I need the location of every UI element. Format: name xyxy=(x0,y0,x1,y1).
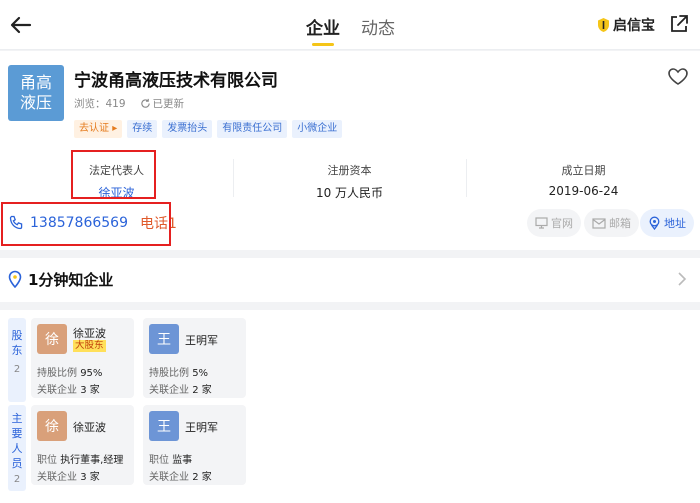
website-button[interactable]: 官网 xyxy=(527,209,581,237)
avatar: 王 xyxy=(149,324,179,354)
related-label: 关联企业 xyxy=(37,472,77,483)
company-name: 宁波甬高液压技术有限公司 xyxy=(74,71,278,91)
share-ratio: 持股比例 95% xyxy=(37,364,102,379)
position: 职位 执行董事,经理 xyxy=(37,451,123,466)
capital-label: 注册资本 xyxy=(327,164,372,177)
location-pin-icon xyxy=(8,270,22,288)
share-ratio-value: 95% xyxy=(80,368,103,379)
tab-news[interactable]: 动态 xyxy=(361,14,395,39)
invoice-tag[interactable]: 发票抬头 xyxy=(162,120,213,138)
related-companies: 关联企业 3 家 xyxy=(37,468,100,483)
company-tags: 去认证 ▸ 存续 发票抬头 有限责任公司 小微企业 xyxy=(74,120,343,138)
share-ratio-value: 5% xyxy=(192,368,209,379)
position-label: 职位 xyxy=(37,455,57,466)
share-ratio: 持股比例 5% xyxy=(149,364,208,379)
certify-tag-label: 去认证 xyxy=(79,123,109,134)
shareholder-card[interactable]: 徐 徐亚波 大股东 持股比例 95% 关联企业 3 家 xyxy=(31,318,134,398)
person-name: 徐亚波 xyxy=(73,421,106,434)
address-label: 地址 xyxy=(664,217,686,230)
share-ratio-label: 持股比例 xyxy=(37,368,77,379)
share-icon[interactable] xyxy=(668,13,690,35)
company-logo: 甬高 液压 xyxy=(8,65,64,121)
annotation-box-legal-rep xyxy=(71,150,156,199)
staff-label-char: 主 xyxy=(11,412,23,425)
shareholders-label-char: 股 xyxy=(11,329,23,342)
brand-logo[interactable]: 启信宝 xyxy=(597,15,655,35)
staff-label[interactable]: 主 要 人 员 2 xyxy=(8,405,26,491)
size-tag: 小微企业 xyxy=(292,120,343,138)
position-value: 监事 xyxy=(172,455,193,466)
updated-status: 已更新 xyxy=(152,98,185,110)
monitor-icon xyxy=(535,217,548,229)
certify-tag[interactable]: 去认证 ▸ xyxy=(74,120,123,138)
email-label: 邮箱 xyxy=(609,217,631,230)
company-meta: 浏览： 419 已更新 xyxy=(74,96,184,111)
related-value: 2 家 xyxy=(192,472,212,483)
annotation-box-phone xyxy=(1,202,171,246)
shareholders-count: 2 xyxy=(13,364,21,375)
major-shareholder-badge: 大股东 xyxy=(73,340,106,352)
triangle-right-icon: ▸ xyxy=(112,123,118,134)
related-value: 2 家 xyxy=(192,385,212,396)
related-label: 关联企业 xyxy=(37,385,77,396)
avatar: 徐 xyxy=(37,324,67,354)
position: 职位 监事 xyxy=(149,451,192,466)
active-tab-indicator xyxy=(312,43,334,46)
tab-company[interactable]: 企业 xyxy=(306,14,340,39)
views-count: 419 xyxy=(105,97,126,110)
capital-block: 注册资本 10 万人民币 xyxy=(233,151,466,205)
founded-value: 2019-06-24 xyxy=(548,184,619,198)
website-label: 官网 xyxy=(551,217,573,230)
avatar: 王 xyxy=(149,411,179,441)
brand-name: 启信宝 xyxy=(613,18,655,34)
related-value: 3 家 xyxy=(80,385,100,396)
type-tag: 有限责任公司 xyxy=(217,120,288,138)
top-nav-bar: 企业 动态 启信宝 xyxy=(0,0,700,50)
staff-count: 2 xyxy=(13,474,21,485)
shareholders-label-char: 东 xyxy=(11,344,23,357)
shareholder-card[interactable]: 王 王明军 持股比例 5% 关联企业 2 家 xyxy=(143,318,246,398)
related-companies: 关联企业 2 家 xyxy=(149,381,212,396)
staff-label-char: 人 xyxy=(11,442,23,455)
staff-card[interactable]: 王 王明军 职位 监事 关联企业 2 家 xyxy=(143,405,246,485)
person-name: 王明军 xyxy=(185,421,218,434)
shield-icon xyxy=(598,18,609,32)
back-arrow-icon[interactable] xyxy=(8,12,34,38)
staff-label-char: 员 xyxy=(11,457,23,470)
shareholders-label[interactable]: 股 东 2 xyxy=(8,318,26,402)
heart-icon[interactable] xyxy=(666,64,690,88)
quick-overview-section[interactable]: 1分钟知企业 xyxy=(0,258,700,302)
position-value: 执行董事,经理 xyxy=(60,455,124,466)
related-label: 关联企业 xyxy=(149,385,189,396)
logo-text-line1: 甬高 xyxy=(19,73,52,92)
email-button[interactable]: 邮箱 xyxy=(584,209,639,237)
avatar: 徐 xyxy=(37,411,67,441)
views-label: 浏览： xyxy=(74,98,106,110)
location-pin-icon xyxy=(649,216,660,230)
people-section: 股 东 2 徐 徐亚波 大股东 持股比例 95% 关联企业 3 家 王 王明军 … xyxy=(0,310,700,503)
related-value: 3 家 xyxy=(80,472,100,483)
share-ratio-label: 持股比例 xyxy=(149,368,189,379)
person-name: 王明军 xyxy=(185,334,218,347)
staff-card[interactable]: 徐 徐亚波 职位 执行董事,经理 关联企业 3 家 xyxy=(31,405,134,485)
staff-label-char: 要 xyxy=(11,427,23,440)
founded-label: 成立日期 xyxy=(561,164,606,177)
person-name: 徐亚波 xyxy=(73,327,106,340)
related-companies: 关联企业 2 家 xyxy=(149,468,212,483)
capital-value: 10 万人民币 xyxy=(315,186,384,200)
section-title: 1分钟知企业 xyxy=(28,271,114,289)
related-companies: 关联企业 3 家 xyxy=(37,381,100,396)
position-label: 职位 xyxy=(149,455,169,466)
refresh-icon xyxy=(140,98,150,108)
related-label: 关联企业 xyxy=(149,472,189,483)
mail-icon xyxy=(592,217,606,229)
logo-text-line2: 液压 xyxy=(19,93,52,112)
chevron-right-icon[interactable] xyxy=(677,272,687,286)
status-tag: 存续 xyxy=(127,120,158,138)
founded-block: 成立日期 2019-06-24 xyxy=(467,151,700,205)
address-button[interactable]: 地址 xyxy=(640,209,694,237)
